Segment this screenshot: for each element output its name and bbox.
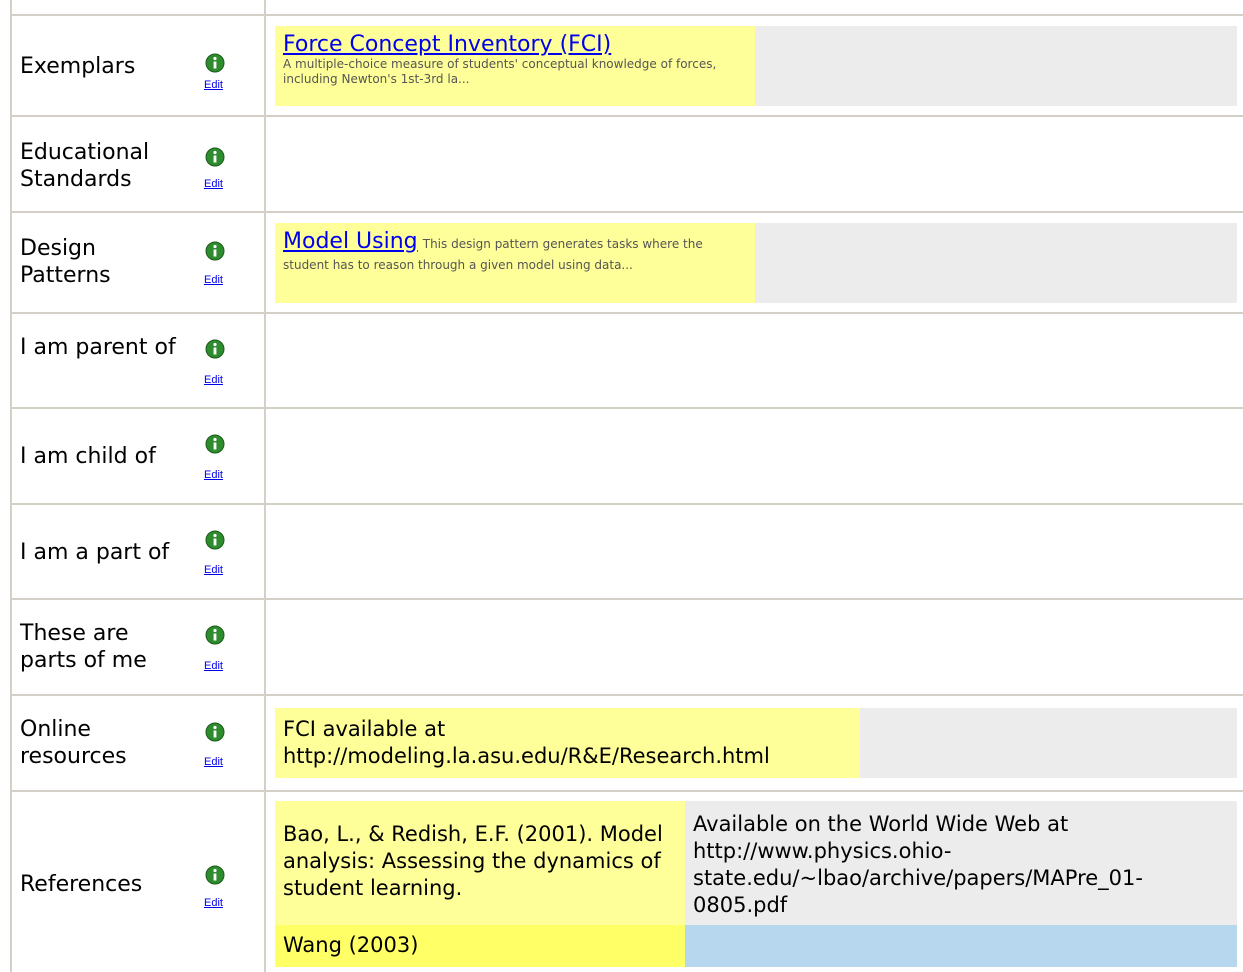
- reference-citation: Wang (2003): [275, 925, 685, 967]
- reference-note: [685, 925, 1237, 967]
- info-icon[interactable]: [205, 722, 225, 742]
- row-child-of: I am child of Edit: [12, 409, 1243, 503]
- info-icon[interactable]: [205, 865, 225, 885]
- row-parts-of-me: These are parts of me Edit: [12, 600, 1243, 694]
- reference-note-text: Available on the World Wide Web at http:…: [693, 812, 1143, 917]
- reference-citation-text: Bao, L., & Redish, E.F. (2001). Model an…: [283, 822, 663, 900]
- empty-cell: [755, 26, 1237, 106]
- info-icon[interactable]: [205, 339, 225, 359]
- info-icon[interactable]: [205, 625, 225, 645]
- reference-citation: Bao, L., & Redish, E.F. (2001). Model an…: [275, 801, 685, 925]
- reference-note: Available on the World Wide Web at http:…: [685, 801, 1237, 925]
- edit-link[interactable]: Edit: [204, 374, 223, 386]
- info-icon[interactable]: [205, 53, 225, 73]
- edit-link[interactable]: Edit: [204, 756, 223, 768]
- info-icon[interactable]: [205, 434, 225, 454]
- row-design-patterns: Design Patterns Edit Model Using This de…: [12, 213, 1243, 312]
- row-label: I am child of: [20, 444, 156, 469]
- row-label: References: [20, 872, 143, 897]
- row-references: References Edit Bao, L., & Redish, E.F. …: [12, 792, 1243, 972]
- online-resource-item: FCI available at http://modeling.la.asu.…: [275, 708, 860, 778]
- edit-link[interactable]: Edit: [204, 79, 223, 91]
- row-label: Educational Standards: [20, 140, 150, 192]
- edit-link[interactable]: Edit: [204, 178, 223, 190]
- edit-link[interactable]: Edit: [204, 564, 223, 576]
- exemplar-item: Force Concept Inventory (FCI) A multiple…: [275, 26, 755, 106]
- info-icon[interactable]: [205, 530, 225, 550]
- exemplar-title-link[interactable]: Force Concept Inventory (FCI): [283, 32, 611, 57]
- empty-cell: [860, 708, 1237, 778]
- info-icon[interactable]: [205, 147, 225, 167]
- row-label: These are parts of me: [20, 621, 147, 673]
- edit-link[interactable]: Edit: [204, 660, 223, 672]
- row-part-of: I am a part of Edit: [12, 505, 1243, 598]
- exemplar-description: A multiple-choice measure of students' c…: [283, 57, 717, 86]
- online-resource-text: FCI available at http://modeling.la.asu.…: [283, 717, 770, 768]
- design-pattern-title-link[interactable]: Model Using: [283, 229, 418, 254]
- empty-cell: [755, 223, 1237, 303]
- edit-link[interactable]: Edit: [204, 469, 223, 481]
- row-educational-standards: Educational Standards Edit: [12, 117, 1243, 211]
- edit-link[interactable]: Edit: [204, 274, 223, 286]
- row-label: Exemplars: [20, 54, 136, 79]
- row-label: I am a part of: [20, 540, 170, 565]
- design-pattern-item: Model Using This design pattern generate…: [275, 223, 755, 303]
- reference-citation-text: Wang (2003): [283, 933, 419, 957]
- row-exemplars: Exemplars Edit Force Concept Inventory (…: [12, 16, 1243, 115]
- row-label: Online resources: [20, 717, 127, 769]
- edit-link[interactable]: Edit: [204, 897, 223, 909]
- row-online-resources: Online resources Edit FCI available at h…: [12, 696, 1243, 790]
- info-icon[interactable]: [205, 241, 225, 261]
- row-label: I am parent of: [20, 335, 176, 360]
- row-parent-of: I am parent of Edit: [12, 314, 1243, 407]
- row-label: Design Patterns: [20, 236, 111, 288]
